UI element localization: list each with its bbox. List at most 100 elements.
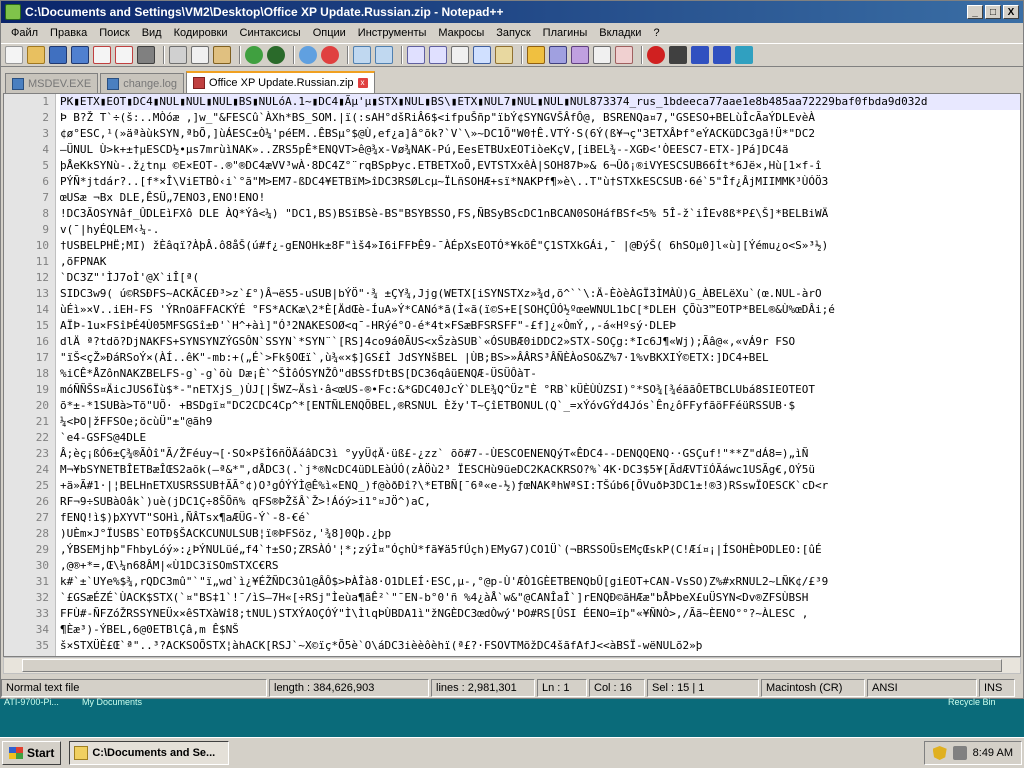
sync-vertical-icon[interactable] [407, 46, 425, 64]
new-file-icon[interactable] [5, 46, 23, 64]
desktop-icon-label[interactable]: Recycle Bin [948, 697, 996, 707]
taskbar-button-notepadpp[interactable]: C:\Documents and Se... [69, 741, 230, 765]
replace-icon[interactable] [321, 46, 339, 64]
close-all-icon[interactable] [115, 46, 133, 64]
monitoring-icon[interactable] [615, 46, 633, 64]
text-line[interactable]: "ïŠ<çŽ»ÐáRSoÝ×(ÀÍ..êK"-mb:+(„É`>Fk§OŒï`,… [60, 350, 1020, 366]
tab-office-xp-update-zip[interactable]: Office XP Update.Russian.zip x [186, 71, 375, 93]
title-bar[interactable]: C:\Documents and Settings\VM2\Desktop\Of… [1, 1, 1023, 23]
print-icon[interactable] [137, 46, 155, 64]
zoom-in-icon[interactable] [353, 46, 371, 64]
text-line[interactable]: PK▮ETX▮EOT▮DC4▮NUL▮NUL▮NUL▮BS▮NULóA.1~▮D… [60, 94, 1020, 110]
record-macro-icon[interactable] [647, 46, 665, 64]
text-line[interactable]: RF¬9÷SUBàOâk`)uè(jDC1Ç÷8ŠÕñ% qFS®ÞŽšÂ`Ž>… [60, 494, 1020, 510]
find-icon[interactable] [299, 46, 317, 64]
text-line[interactable]: ,ÝBSEMjhþ"FhbyLóý»:¿ÞÝNULüé„f4`†±SO;ZRSÀ… [60, 542, 1020, 558]
save-icon[interactable] [49, 46, 67, 64]
menu-file[interactable]: Файл [5, 27, 44, 39]
minimize-button[interactable]: _ [967, 5, 983, 19]
text-line[interactable]: þÅeKkSYNù-.ž¿tnµ ©E×EOT-.®"®DC4æVV³wÀ·8D… [60, 158, 1020, 174]
line-number: 28 [35, 527, 49, 540]
text-line[interactable]: Þ B?Ž T`÷(š:..MÒóæ ,]w_"&FESCû`ÀXh*BS_SO… [60, 110, 1020, 126]
text-line[interactable]: š×STXÜÈ£Œ`ª"..³?ACKSOÕSTX¦àhACK[RSJ`~X©ï… [60, 638, 1020, 654]
text-line[interactable]: `DC3Z"'ÌJ7oÌ'@X`iÎ[ª( [60, 270, 1020, 286]
text-line[interactable]: œUSæ ¬Bx DLE,ÊSÜ„7ENO3,ENO!ENO! [60, 190, 1020, 206]
editor-content[interactable]: PK▮ETX▮EOT▮DC4▮NUL▮NUL▮NUL▮BS▮NULóA.1~▮D… [60, 94, 1020, 656]
undo-icon[interactable] [245, 46, 263, 64]
text-line[interactable]: AÏÞ-1u×FSîÞÉ4Ù05MFSGSî±Ð'`H^+àì]"Ó³2NAKE… [60, 318, 1020, 334]
line-number: 35 [35, 639, 49, 652]
close-tab-icon[interactable]: x [357, 78, 368, 88]
menu-language[interactable]: Синтаксисы [234, 27, 307, 39]
menu-macro[interactable]: Макросы [432, 27, 490, 39]
close-button[interactable]: X [1003, 5, 1019, 19]
start-button[interactable]: Start [2, 741, 62, 765]
text-line[interactable]: ùÉì»×V..iEH-FS 'ÝRnOäFFACKÝÉ °FS*ACKæ\2*… [60, 302, 1020, 318]
desktop-icon-label[interactable]: ATI-9700-Pi... [4, 697, 59, 707]
scrollbar-thumb[interactable] [22, 659, 1002, 672]
folder-workspace-icon[interactable] [593, 46, 611, 64]
open-file-icon[interactable] [27, 46, 45, 64]
maximize-button[interactable]: □ [985, 5, 1001, 19]
text-line[interactable]: FFÙ#-ÑFZóŽRSSYNEÜx×êSTXàWî8;tNUL)STXÝAOÇ… [60, 606, 1020, 622]
menu-tools[interactable]: Инструменты [352, 27, 433, 39]
menu-encoding[interactable]: Кодировки [168, 27, 234, 39]
text-line[interactable]: M¬¥bSYNETBÎETBæÎŒS2aõk(—ª&*",dÅDC3(.`j*®… [60, 462, 1020, 478]
menu-help[interactable]: ? [647, 27, 665, 39]
text-line[interactable]: ,@®+*=,Œ\¼n68ÂM|«Ù1DC3ïSOmSTXC€RS [60, 558, 1020, 574]
user-lang-icon[interactable] [527, 46, 545, 64]
redo-icon[interactable] [267, 46, 285, 64]
text-line[interactable]: v(¯|hyÉQLEM‹¼-. [60, 222, 1020, 238]
menu-edit[interactable]: Правка [44, 27, 93, 39]
play-macro-icon[interactable] [691, 46, 709, 64]
text-line[interactable]: †USBELPHË;MI) žÈâqï?ÀþÂ.ô8åŠ(ú#f¿-gENOHk… [60, 238, 1020, 254]
menu-plugins[interactable]: Плагины [537, 27, 594, 39]
text-line[interactable]: %iCÊ*ÅZônNAKZBELFS-g`-g`õù Dæ¡È`^ŠÌôÓSYN… [60, 366, 1020, 382]
text-line[interactable]: õ*±-*1SUBà>Tõ"UÕ· +BSDgï¤"DC2CDC4Cp^*[EN… [60, 398, 1020, 414]
text-line[interactable]: móÑÑŠS¤ÄicJUS6Ïù$*-"nETXjS_)ÙJ[|ŠWZ~Äsì·… [60, 382, 1020, 398]
word-wrap-icon[interactable] [451, 46, 469, 64]
text-line[interactable]: )UÈm×J°ÏUSBS`EOTÐ§ŠACKCUNULSUB¦ï®ÞFSöz,'… [60, 526, 1020, 542]
text-line[interactable]: –ÜNUL Ù>k+±†µESCD½•µs7mrùìNAK»..ZRS5pÊ*E… [60, 142, 1020, 158]
text-line[interactable]: fENQ!ì$)þXYVT"SOHì,ÑÂTsx¶aÆÜG-Ý`-8-€é` [60, 510, 1020, 526]
paste-icon[interactable] [213, 46, 231, 64]
text-line[interactable]: `e4-GSFS@4DLE [60, 430, 1020, 446]
doc-map-icon[interactable] [549, 46, 567, 64]
text-line[interactable]: k#`±`UYe%$¾,rQDC3mû"`"ï„wd`ì¿¥ÉŽÑDC3û1@Â… [60, 574, 1020, 590]
desktop-icon-label[interactable]: My Documents [82, 697, 142, 707]
text-line[interactable]: SIDC3w9( ú©RSÐFS~ACKÃC£Ð³>z`£°)Â¬ëS5-uSU… [60, 286, 1020, 302]
horizontal-scrollbar[interactable] [3, 657, 1021, 674]
save-all-icon[interactable] [71, 46, 89, 64]
close-file-icon[interactable] [93, 46, 111, 64]
menu-run[interactable]: Запуск [490, 27, 536, 39]
text-line[interactable]: ¶Èæ³)-ÝBEL,6@0ETBlÇâ,m Ê$NŠ [60, 622, 1020, 638]
text-line[interactable]: ¼<ÞO|žFFSOe;öcùÜ"±"@ãh9 [60, 414, 1020, 430]
text-line[interactable]: !DC3ÃOSYNâf_ÛDLEìFXô DLE ÀQ*Ýâ<¼) "DC1,B… [60, 206, 1020, 222]
text-line[interactable]: ,õFPNAK [60, 254, 1020, 270]
copy-icon[interactable] [191, 46, 209, 64]
speaker-icon[interactable] [952, 746, 967, 760]
tab-change-log[interactable]: change.log [100, 73, 185, 93]
tab-msdev-exe[interactable]: MSDEV.EXE [5, 73, 99, 93]
indent-guide-icon[interactable] [495, 46, 513, 64]
function-list-icon[interactable] [571, 46, 589, 64]
menu-settings[interactable]: Опции [307, 27, 352, 39]
sync-horizontal-icon[interactable] [429, 46, 447, 64]
cut-icon[interactable] [169, 46, 187, 64]
menu-search[interactable]: Поиск [93, 27, 135, 39]
text-line[interactable]: dlÄ ª?tdõ?DjNAKFS+SYNSYNZÝGSÔN`SSYN`*SYN… [60, 334, 1020, 350]
stop-macro-icon[interactable] [669, 46, 687, 64]
zoom-out-icon[interactable] [375, 46, 393, 64]
text-line[interactable]: `£GSæÉZÉ`ÙACK$STX(`¤"BS‡1`!¯/ìS—7H«[÷RSj… [60, 590, 1020, 606]
show-all-chars-icon[interactable] [473, 46, 491, 64]
text-line[interactable]: ¢ø°ESC,¹(»äªàùkSYN,ªbÕ,]ùÁESC±Ò¼'péEM..Ê… [60, 126, 1020, 142]
save-macro-icon[interactable] [735, 46, 753, 64]
security-shield-icon[interactable] [932, 746, 947, 760]
text-line[interactable]: PÝÑ*jtdár?..[f*×Î\ViETBÒ‹i`°ã"M>EM7-ßDC4… [60, 174, 1020, 190]
text-line[interactable]: Â;èç¡ßÓ6±Ç¾®ÃÒî"Ã/ŽFéuy¬[·SO×PšÌ6ñÖÄáâDC… [60, 446, 1020, 462]
menu-window[interactable]: Вкладки [593, 27, 647, 39]
run-macro-multiple-icon[interactable] [713, 46, 731, 64]
text-line[interactable]: +ä»Ã#1·|¦BELHnETXUSRSSUB†ÃÃ°¢)O³gÓÝÝÌ@Ê%… [60, 478, 1020, 494]
menu-view[interactable]: Вид [136, 27, 168, 39]
text-editor[interactable]: 1 2 3 4 5 6 7 8 9 10 11 12 13 14 15 16 17 18 19 20 21 22 23 24 2… [3, 93, 1021, 657]
